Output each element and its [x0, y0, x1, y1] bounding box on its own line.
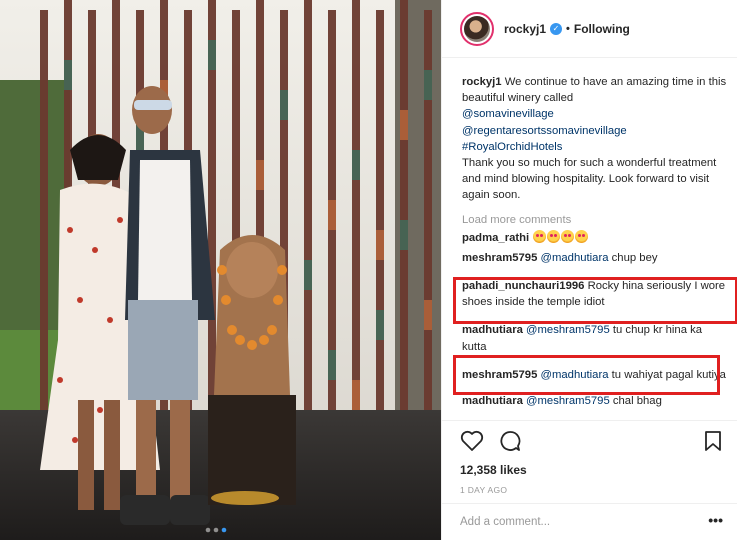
comment-text: chup bey: [611, 251, 658, 264]
highlight-box: [453, 277, 737, 324]
action-icons: [460, 425, 723, 457]
post-actions: 12,358 likes 1 DAY AGO: [442, 420, 737, 495]
load-more-comments-link[interactable]: Load more comments: [462, 214, 727, 226]
header-username[interactable]: rockyj1: [504, 22, 546, 36]
avatar[interactable]: [460, 11, 494, 46]
comment-user[interactable]: meshram5795: [462, 252, 537, 264]
comment-icon[interactable]: [498, 430, 522, 452]
comment-text: chal bhag: [612, 395, 662, 408]
heart-icon[interactable]: [460, 430, 484, 452]
caption-mention-2[interactable]: @regentaresortssomavinevillage: [462, 123, 727, 139]
caption-text-1: We continue to have an amazing time in t…: [462, 76, 727, 105]
comment-item: madhutiara @meshram5795 chal bhag: [462, 393, 727, 409]
comment-mention[interactable]: @madhutiara: [541, 252, 609, 264]
more-options-icon[interactable]: •••: [708, 513, 723, 528]
post-side-panel: rockyj1 ✓ • Following rockyj1 We continu…: [441, 0, 737, 540]
like-count[interactable]: 12,358 likes: [460, 463, 723, 477]
photo-illustration: [0, 0, 441, 540]
following-button[interactable]: Following: [574, 22, 630, 36]
caption-text-2: Thank you so much for such a wonderful t…: [462, 157, 717, 202]
add-comment-input[interactable]: Add a comment...: [460, 516, 550, 528]
separator-dot: •: [566, 22, 570, 35]
post-header: rockyj1 ✓ • Following: [442, 0, 737, 58]
bookmark-icon[interactable]: [703, 430, 723, 452]
instagram-post: rockyj1 ✓ • Following rockyj1 We continu…: [0, 0, 737, 540]
emoji-heart-eyes-icon: [575, 229, 589, 243]
comment-mention[interactable]: @meshram5795: [526, 324, 610, 336]
verified-icon: ✓: [550, 22, 563, 35]
emoji-heart-eyes-icon: [561, 229, 575, 243]
highlight-box: [453, 355, 720, 395]
comment-item: padma_rathi: [462, 229, 727, 246]
add-comment-bar: Add a comment... •••: [442, 503, 737, 528]
avatar-image: [464, 15, 490, 42]
post-photo[interactable]: [0, 0, 441, 540]
comment-item: meshram5795 @madhutiara chup bey: [462, 250, 727, 266]
emoji-heart-eyes-icon: [547, 229, 561, 243]
comment-mention[interactable]: @meshram5795: [526, 395, 610, 407]
comment-user[interactable]: padma_rathi: [462, 232, 529, 244]
comment-user[interactable]: madhutiara: [462, 395, 523, 407]
comment-item: madhutiara @meshram5795 tu chup kr hina …: [462, 322, 727, 354]
caption-hashtag[interactable]: #RoyalOrchidHotels: [462, 139, 727, 155]
action-icons-left: [460, 430, 522, 452]
emoji-heart-eyes-icon: [533, 229, 547, 243]
caption-author[interactable]: rockyj1: [462, 76, 502, 88]
post-caption: rockyj1 We continue to have an amazing t…: [462, 74, 727, 204]
post-timestamp: 1 DAY AGO: [460, 485, 508, 495]
caption-mention-1[interactable]: @somavinevillage: [462, 106, 727, 122]
comment-user[interactable]: madhutiara: [462, 324, 523, 336]
